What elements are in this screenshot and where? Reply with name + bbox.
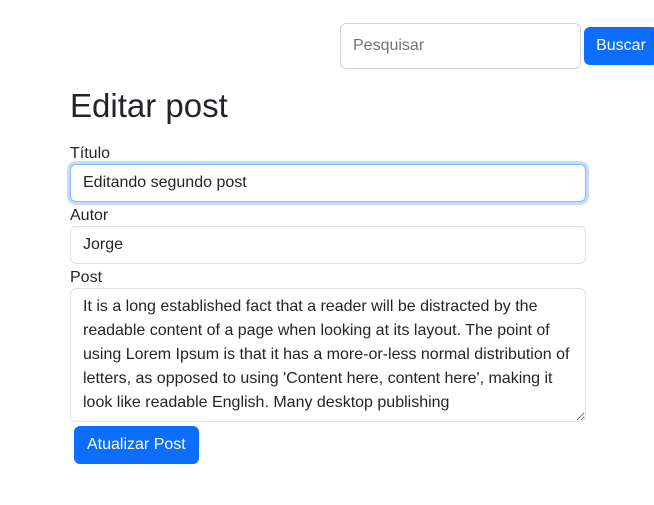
author-input[interactable] <box>70 226 586 264</box>
search-button[interactable]: Buscar <box>584 27 654 65</box>
post-textarea[interactable]: It is a long established fact that a rea… <box>70 288 586 422</box>
title-input[interactable] <box>70 164 586 202</box>
search-input[interactable] <box>340 23 581 69</box>
page-title: Editar post <box>70 87 228 124</box>
author-label: Autor <box>70 207 109 224</box>
title-label: Título <box>70 145 111 162</box>
page: Buscar Editar post Título Autor Post It … <box>0 0 654 505</box>
update-post-button[interactable]: Atualizar Post <box>74 426 199 464</box>
post-label: Post <box>70 269 103 286</box>
edit-post-form: Editar post Título Autor Post It is a lo… <box>70 86 586 464</box>
